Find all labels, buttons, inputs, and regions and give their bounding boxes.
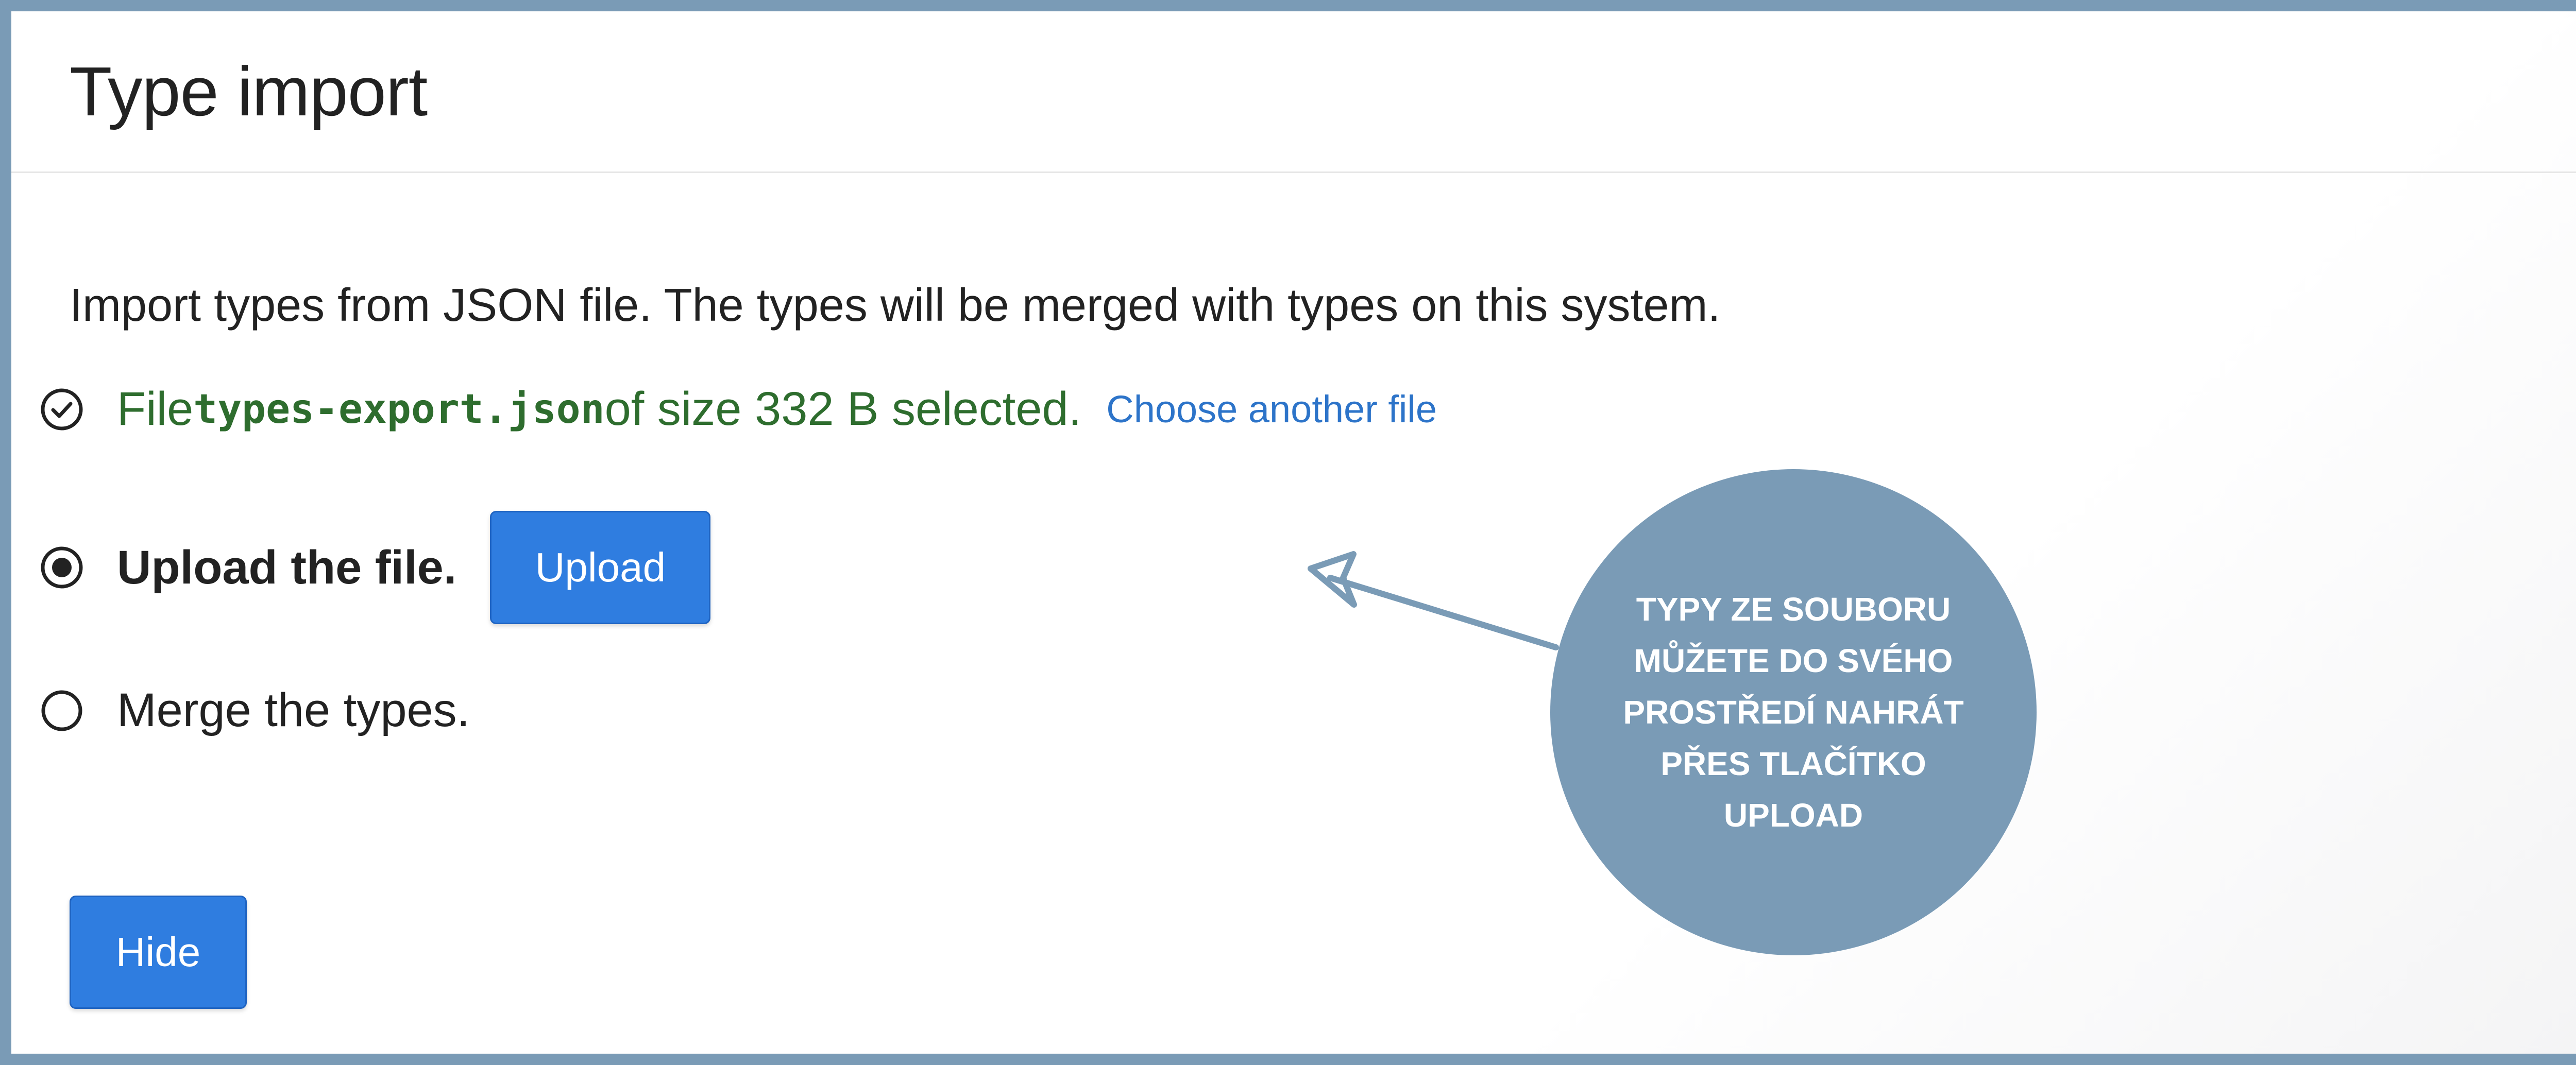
type-import-panel: Type import Import types from JSON file.… [11,11,2576,1054]
callout-text: TYPY ZE SOUBORU MŮŽETE DO SVÉHO PROSTŘED… [1623,591,1964,834]
callout-bubble: TYPY ZE SOUBORU MŮŽETE DO SVÉHO PROSTŘED… [1550,469,2037,955]
callout-arrow-icon [1308,551,1559,650]
